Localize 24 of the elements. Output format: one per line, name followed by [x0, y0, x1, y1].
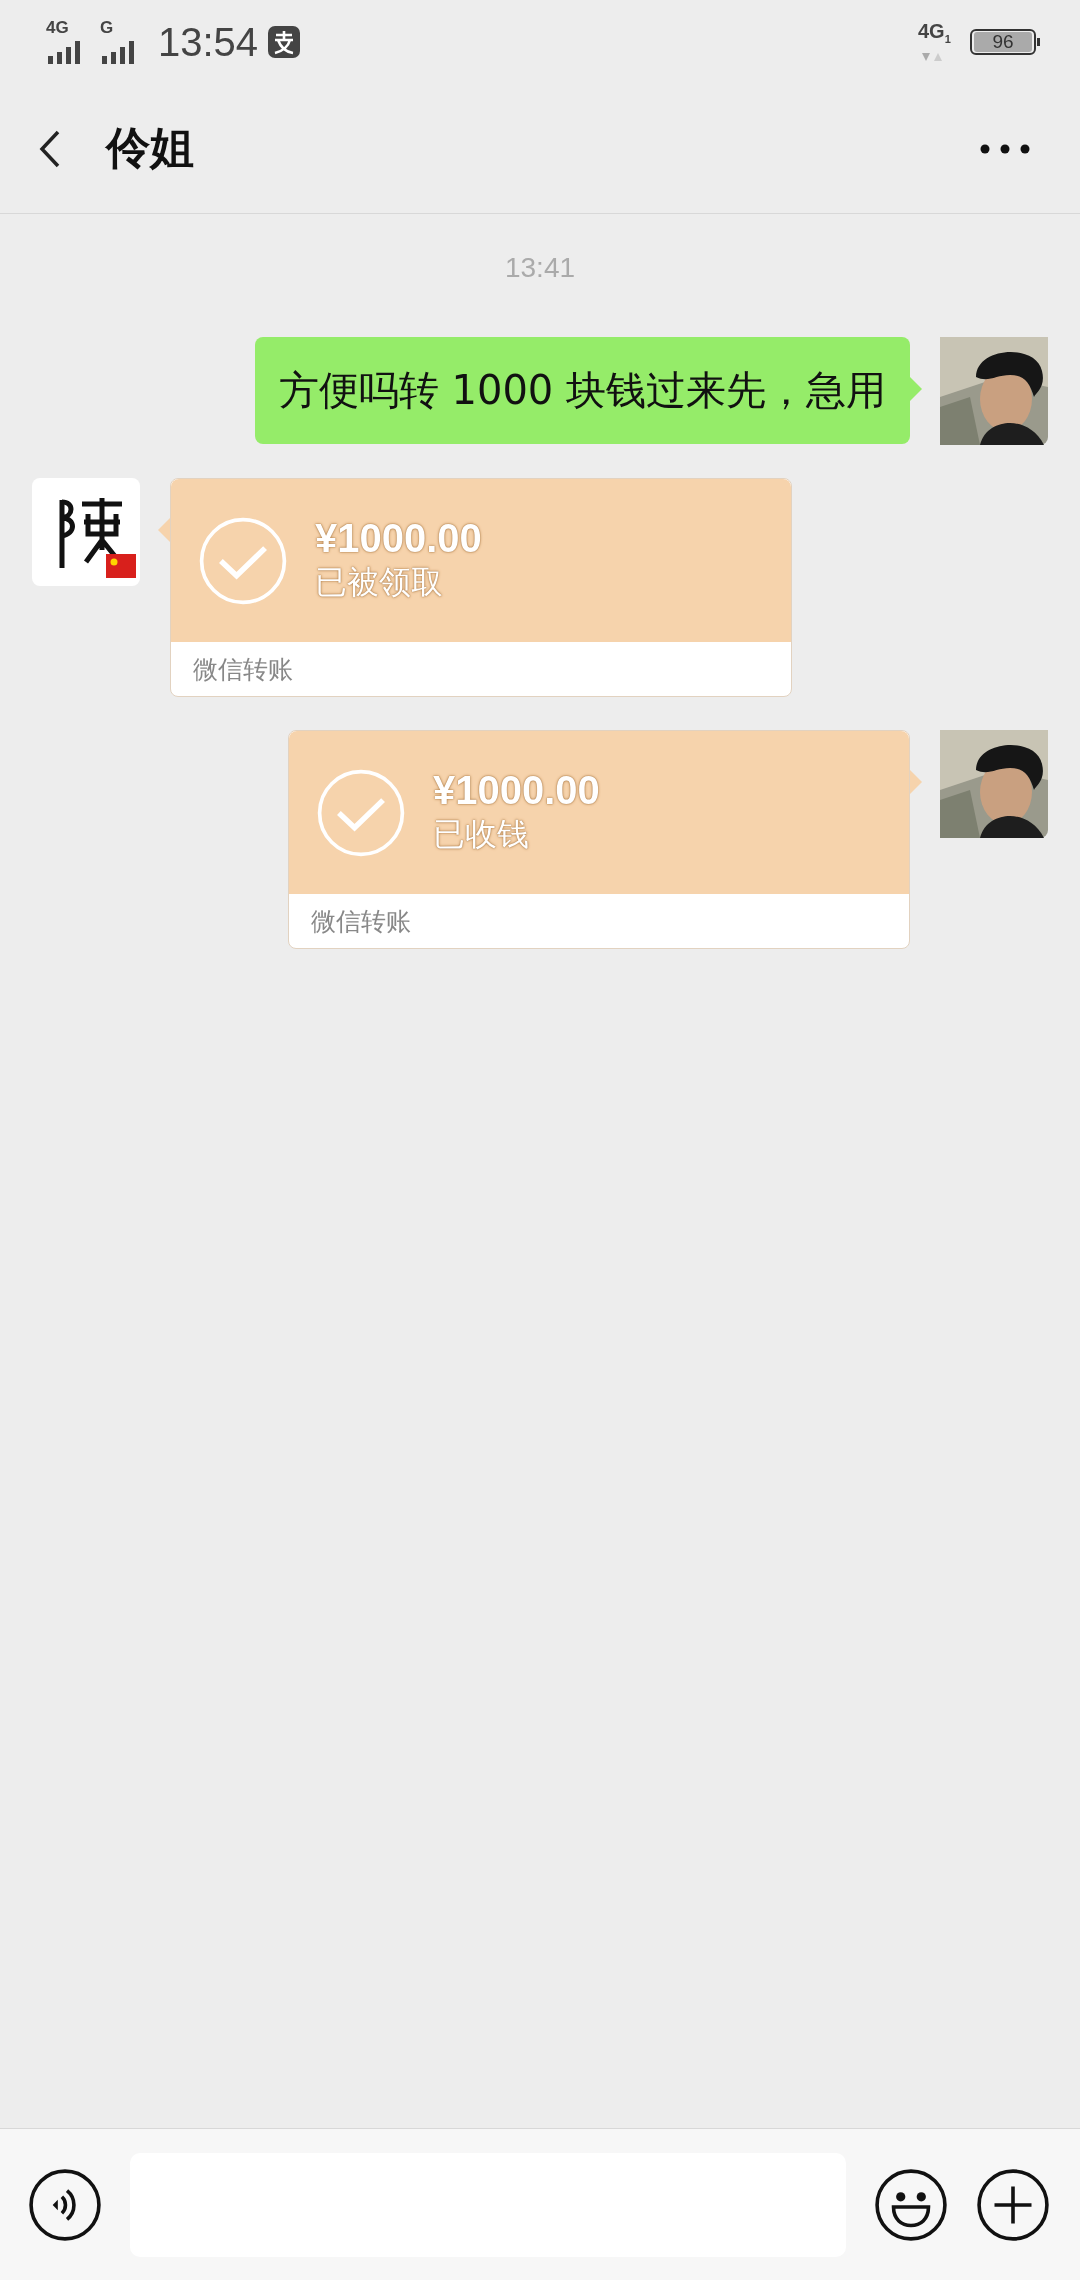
- bubble-tail: [910, 377, 922, 401]
- transfer-amount: ¥1000.00: [433, 768, 600, 813]
- network-label: 4G$_{1}$: [918, 20, 951, 45]
- data-arrows-icon: [920, 52, 944, 62]
- chat-title: 伶姐: [106, 121, 194, 175]
- message-time: 13:41: [504, 252, 576, 284]
- voice-icon[interactable]: [28, 2167, 102, 2242]
- clock: 13:54: [158, 19, 259, 65]
- message-bubble: 方便吗转 1000 块钱过来先，急用: [254, 337, 910, 444]
- transfer-card[interactable]: ¥1000.00 已收钱 微信转账: [288, 730, 910, 949]
- back-icon[interactable]: [38, 128, 62, 169]
- plus-icon[interactable]: [976, 2167, 1050, 2242]
- transfer-label: 微信转账: [311, 905, 411, 938]
- network-label: G: [100, 18, 114, 38]
- transfer-status: 已被领取: [315, 562, 444, 603]
- transfer-status: 已收钱: [433, 814, 530, 855]
- network-label: 4G: [46, 18, 69, 38]
- more-icon[interactable]: [980, 143, 1030, 154]
- bubble-tail: [910, 770, 922, 794]
- emoji-icon[interactable]: [874, 2167, 948, 2242]
- transfer-amount: ¥1000.00: [315, 516, 482, 561]
- payment-app-icon: [268, 26, 301, 58]
- transfer-card[interactable]: ¥1000.00 已被领取 微信转账: [170, 478, 792, 697]
- transfer-label: 微信转账: [193, 653, 293, 686]
